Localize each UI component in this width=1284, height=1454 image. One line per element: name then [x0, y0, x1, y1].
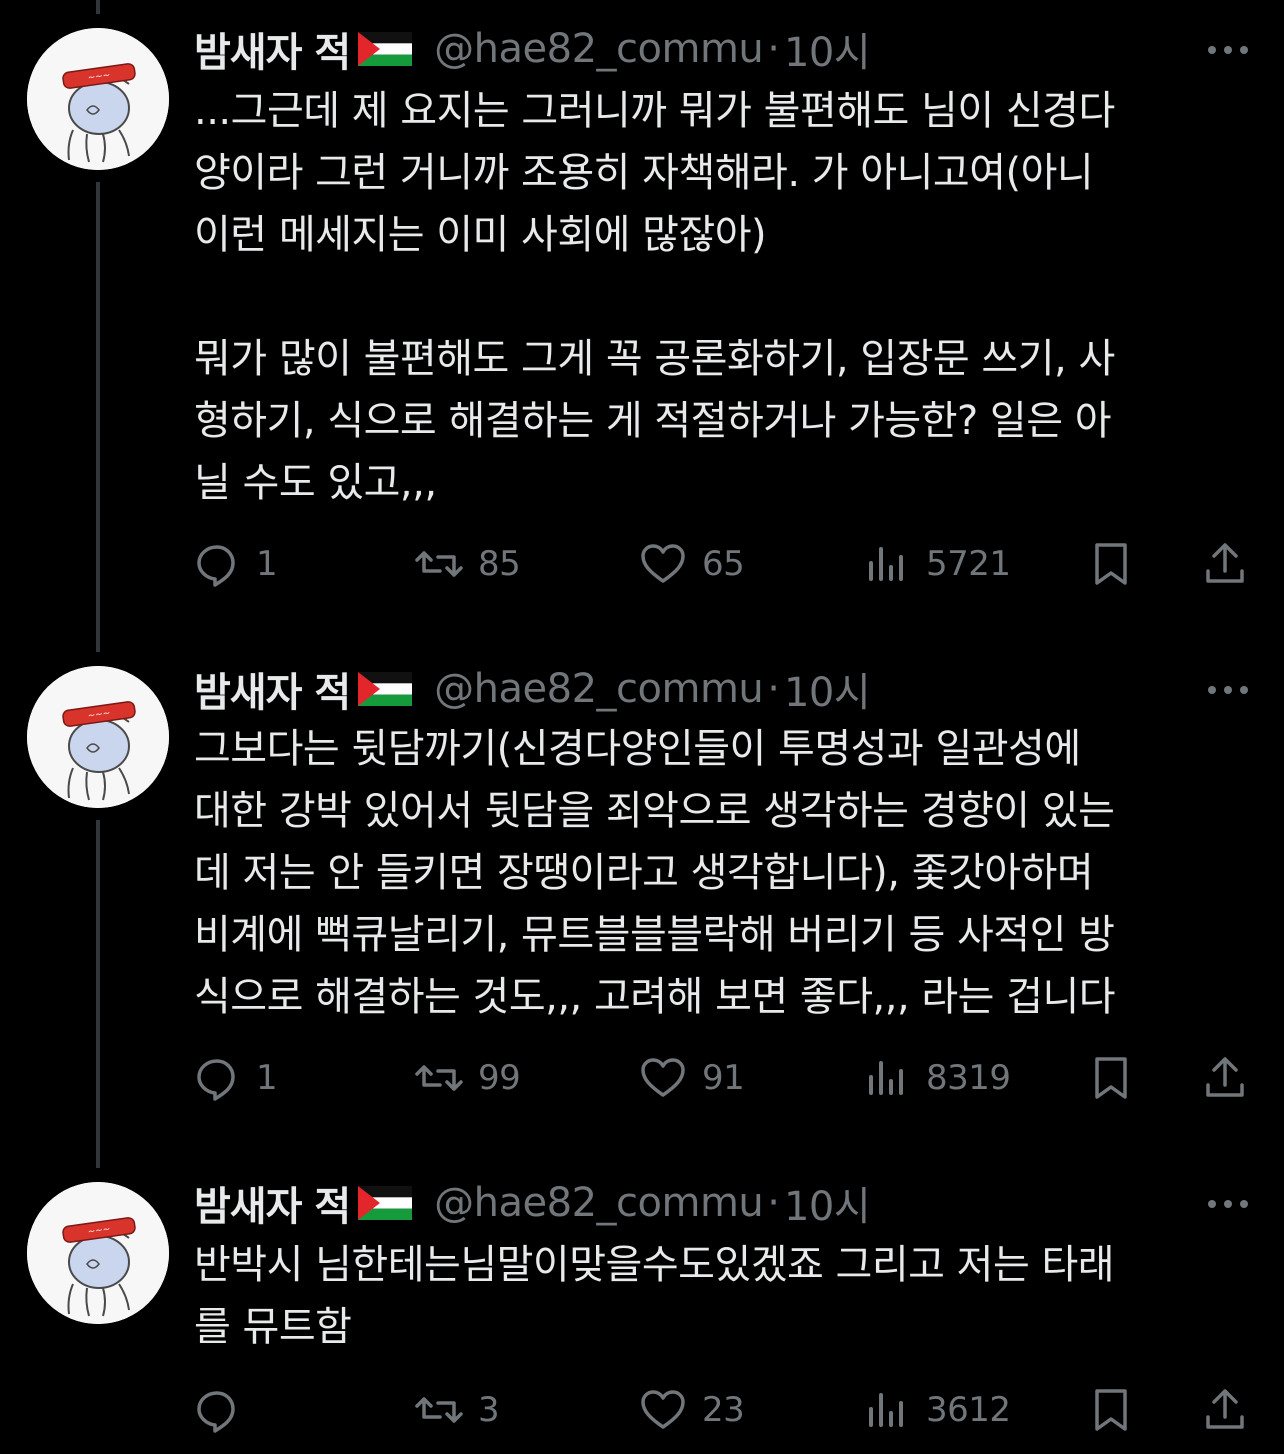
bookmark-button[interactable] [1086, 1382, 1136, 1438]
separator-dot: · [767, 1180, 780, 1226]
avatar[interactable]: ~~~ [27, 666, 169, 808]
jellyfish-avatar-icon: ~~~ [27, 1182, 169, 1324]
display-name[interactable]: 밤새자 적 [194, 1174, 351, 1232]
tweet-actions: 1 99 91 8319 [192, 1050, 1254, 1106]
reply-icon [197, 1391, 235, 1433]
tweet-text: 반박시 님한테는님말이맞을수도있겠죠 그리고 저는 타래 를 뮤트함 [194, 1242, 1115, 1350]
retweet-icon [415, 1065, 463, 1091]
timestamp[interactable]: 10시 [784, 660, 871, 718]
palestine-flag-icon [358, 1186, 413, 1220]
analytics-icon [869, 1393, 903, 1427]
avatar[interactable]: ~~~ [27, 1182, 169, 1324]
timestamp[interactable]: 10시 [784, 1174, 871, 1232]
share-icon [1206, 1057, 1244, 1097]
views-button[interactable]: 5721 [862, 536, 1011, 592]
share-button[interactable] [1200, 1382, 1250, 1438]
heart-icon [641, 1390, 685, 1429]
display-name[interactable]: 밤새자 적 [194, 20, 351, 78]
reply-button[interactable]: 1 [192, 1050, 278, 1106]
palestine-flag-icon [358, 672, 413, 706]
retweet-button[interactable]: 85 [414, 536, 521, 592]
analytics-icon [869, 1061, 903, 1095]
share-icon [1206, 1389, 1244, 1429]
jellyfish-avatar-icon: ~~~ [27, 28, 169, 170]
like-button[interactable]: 65 [638, 536, 745, 592]
views-button[interactable]: 3612 [862, 1382, 1011, 1438]
tweet-text: ...그근데 제 요지는 그러니까 뭐가 불편해도 님이 신경다 양이라 그런 … [194, 88, 1115, 506]
bookmark-icon [1095, 1057, 1127, 1099]
separator-dot: · [767, 26, 780, 72]
more-options-icon[interactable] [1206, 40, 1250, 60]
jellyfish-avatar-icon: ~~~ [27, 666, 169, 808]
reply-icon [197, 545, 235, 587]
like-button[interactable]: 91 [638, 1050, 745, 1106]
tweet-1[interactable]: ~~~ 밤새자 적 @hae82_commu · 10시 ...그근데 제 요지… [0, 0, 1284, 640]
reply-count: 1 [256, 544, 278, 584]
avatar[interactable]: ~~~ [27, 28, 169, 170]
tweet-header: 밤새자 적 @hae82_commu · 10시 [194, 664, 871, 716]
view-count: 3612 [926, 1390, 1011, 1430]
tweet-header: 밤새자 적 @hae82_commu · 10시 [194, 24, 871, 76]
views-button[interactable]: 8319 [862, 1050, 1011, 1106]
tweet-actions: 1 85 65 5721 [192, 536, 1254, 592]
tweet-header: 밤새자 적 @hae82_commu · 10시 [194, 1178, 871, 1230]
tweet-3[interactable]: ~~~ 밤새자 적 @hae82_commu · 10시 반박시 님한테는님말이… [0, 1154, 1284, 1454]
heart-icon [641, 1058, 685, 1097]
user-handle[interactable]: @hae82_commu [434, 1180, 764, 1226]
separator-dot: · [767, 666, 780, 712]
palestine-flag-icon [358, 32, 413, 66]
tweet-2[interactable]: ~~~ 밤새자 적 @hae82_commu · 10시 그보다는 뒷담까기(신… [0, 640, 1284, 1160]
retweet-button[interactable]: 99 [414, 1050, 521, 1106]
share-icon [1206, 543, 1244, 583]
reply-button[interactable] [192, 1382, 256, 1438]
bookmark-icon [1095, 1389, 1127, 1431]
retweet-count: 3 [478, 1390, 500, 1430]
heart-icon [641, 544, 685, 583]
timestamp[interactable]: 10시 [784, 20, 871, 78]
bookmark-button[interactable] [1086, 1050, 1136, 1106]
reply-icon [197, 1059, 235, 1101]
retweet-icon [415, 1397, 463, 1423]
user-handle[interactable]: @hae82_commu [434, 26, 764, 72]
retweet-count: 85 [478, 544, 521, 584]
like-count: 23 [702, 1390, 745, 1430]
more-options-icon[interactable] [1206, 680, 1250, 700]
tweet-actions: 3 23 3612 [192, 1382, 1254, 1438]
tweet-text: 그보다는 뒷담까기(신경다양인들이 투명성과 일관성에 대한 강박 있어서 뒷담… [194, 726, 1116, 1020]
share-button[interactable] [1200, 1050, 1250, 1106]
user-handle[interactable]: @hae82_commu [434, 666, 764, 712]
reply-button[interactable]: 1 [192, 536, 278, 592]
more-options-icon[interactable] [1206, 1194, 1250, 1214]
reply-count: 1 [256, 1058, 278, 1098]
like-button[interactable]: 23 [638, 1382, 745, 1438]
bookmark-icon [1095, 543, 1127, 585]
view-count: 5721 [926, 544, 1011, 584]
retweet-button[interactable]: 3 [414, 1382, 500, 1438]
bookmark-button[interactable] [1086, 536, 1136, 592]
like-count: 91 [702, 1058, 745, 1098]
like-count: 65 [702, 544, 745, 584]
retweet-icon [415, 551, 463, 577]
view-count: 8319 [926, 1058, 1011, 1098]
analytics-icon [869, 547, 903, 581]
share-button[interactable] [1200, 536, 1250, 592]
display-name[interactable]: 밤새자 적 [194, 660, 351, 718]
retweet-count: 99 [478, 1058, 521, 1098]
